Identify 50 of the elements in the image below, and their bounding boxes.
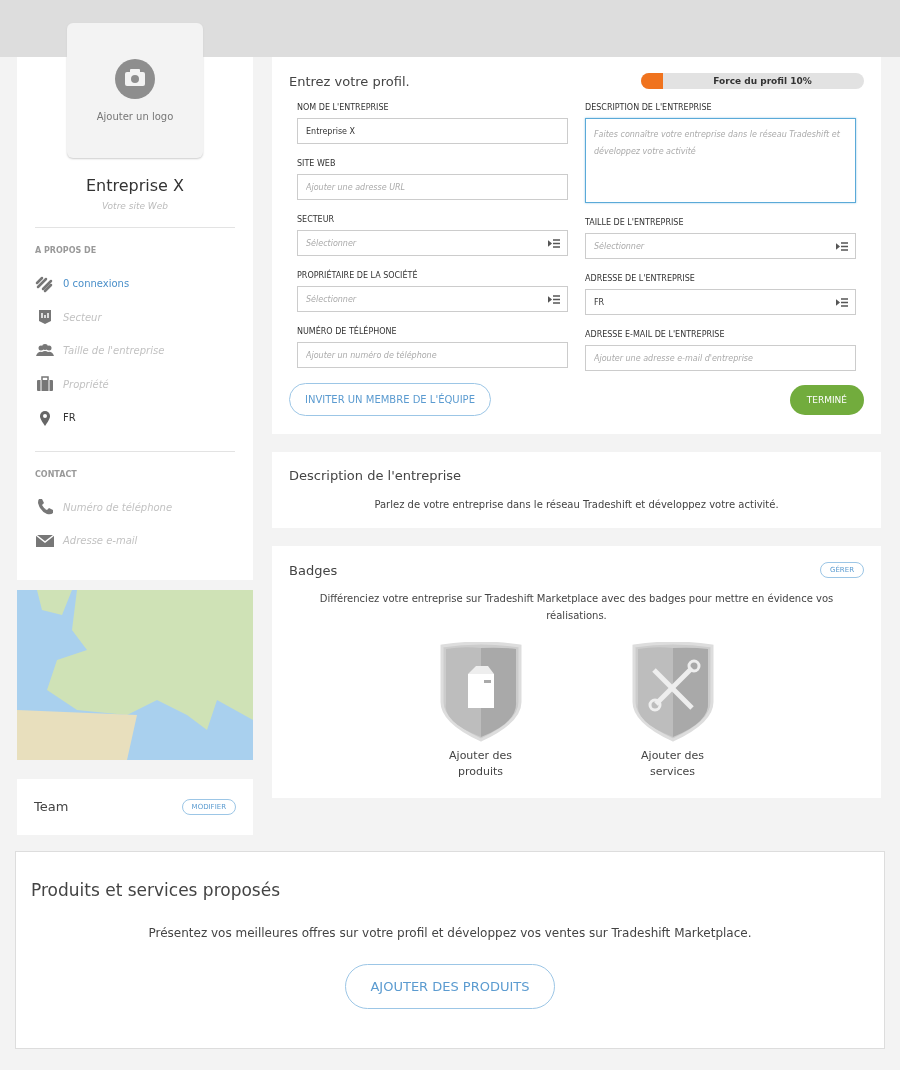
info-text: Taille de l'entreprise	[63, 345, 165, 357]
info-text: Numéro de téléphone	[63, 501, 173, 513]
card-title: Badges	[289, 562, 338, 578]
input-field[interactable]: Ajouter une adresse e-mail d'entreprise	[585, 345, 856, 371]
field-label: ADRESSE E-MAIL DE L'ENTREPRISE	[585, 330, 726, 339]
list-icon	[836, 298, 848, 307]
camera-icon	[115, 59, 155, 99]
input-field[interactable]: Ajouter une adresse URL	[297, 174, 568, 200]
section-heading: CONTACT	[35, 469, 78, 479]
field-label: DESCRIPTION DE L'ENTREPRISE	[585, 103, 713, 112]
field-label: NUMÉRO DE TÉLÉPHONE	[297, 327, 398, 336]
card-title: Produits et services proposés	[31, 879, 281, 900]
field-label: TAILLE DE L'ENTREPRISE	[585, 218, 685, 227]
card-title: Description de l'entreprise	[289, 468, 463, 483]
form-title: Entrez votre profil.	[289, 73, 410, 89]
team-title: Team	[34, 799, 69, 814]
info-text: Propriété	[63, 378, 109, 390]
add-products-button[interactable]: AJOUTER DES PRODUITS	[345, 963, 555, 1009]
input-field[interactable]: Ajouter un numéro de téléphone	[297, 342, 568, 368]
select-field[interactable]: Sélectionner	[297, 230, 568, 256]
description-text: Parlez de votre entreprise dans le réseau Tradeshift et développez votre activité.	[373, 499, 780, 510]
strength-label: Force du profil 10%	[713, 76, 812, 86]
select-field[interactable]: FR	[585, 289, 856, 315]
offers-text: Présentez vos meilleures offres sur votre profil et développez vos ventes sur Tradeshift Marketplace.	[148, 925, 752, 940]
logo-label: Ajouter un logo	[96, 111, 174, 122]
list-icon	[836, 242, 848, 251]
info-text: Adresse e-mail	[63, 535, 138, 547]
list-icon	[548, 295, 560, 304]
connections-link[interactable]: 0 connexions	[63, 278, 130, 290]
field-label: ADRESSE DE L'ENTREPRISE	[585, 274, 696, 283]
info-text: Secteur	[63, 311, 102, 323]
select-field[interactable]: Sélectionner	[585, 233, 856, 259]
textarea-field[interactable]: Faites connaître votre entreprise dans le réseau Tradeshift et développez votre activité	[585, 118, 856, 203]
input-field[interactable]: Entreprise X	[297, 118, 568, 144]
field-label: SITE WEB	[297, 159, 337, 168]
badge-label: Ajouter des services	[640, 748, 705, 780]
field-label: NOM DE L'ENTREPRISE	[297, 103, 390, 112]
info-text: FR	[63, 412, 76, 424]
field-label: PROPRIÉTAIRE DE LA SOCIÉTÉ	[297, 271, 419, 280]
list-icon	[548, 239, 560, 248]
section-heading: A PROPOS DE	[35, 246, 98, 255]
field-label: SECTEUR	[297, 215, 336, 224]
select-field[interactable]: Sélectionner	[297, 286, 568, 312]
invite-button[interactable]: INVITER UN MEMBRE DE L'ÉQUIPE	[289, 383, 491, 416]
badge-label: Ajouter des produits	[448, 748, 513, 780]
company-name: Entreprise X	[85, 176, 185, 195]
badges-text: Différenciez votre entreprise sur Tradeshift Marketplace avec des badges pour mettre en évidence vos réalisations.	[318, 592, 835, 623]
website-text: Votre site Web	[101, 201, 169, 211]
done-button[interactable]: TERMINÉ	[789, 384, 864, 415]
logo-upload[interactable]: Ajouter un logo	[67, 23, 203, 158]
